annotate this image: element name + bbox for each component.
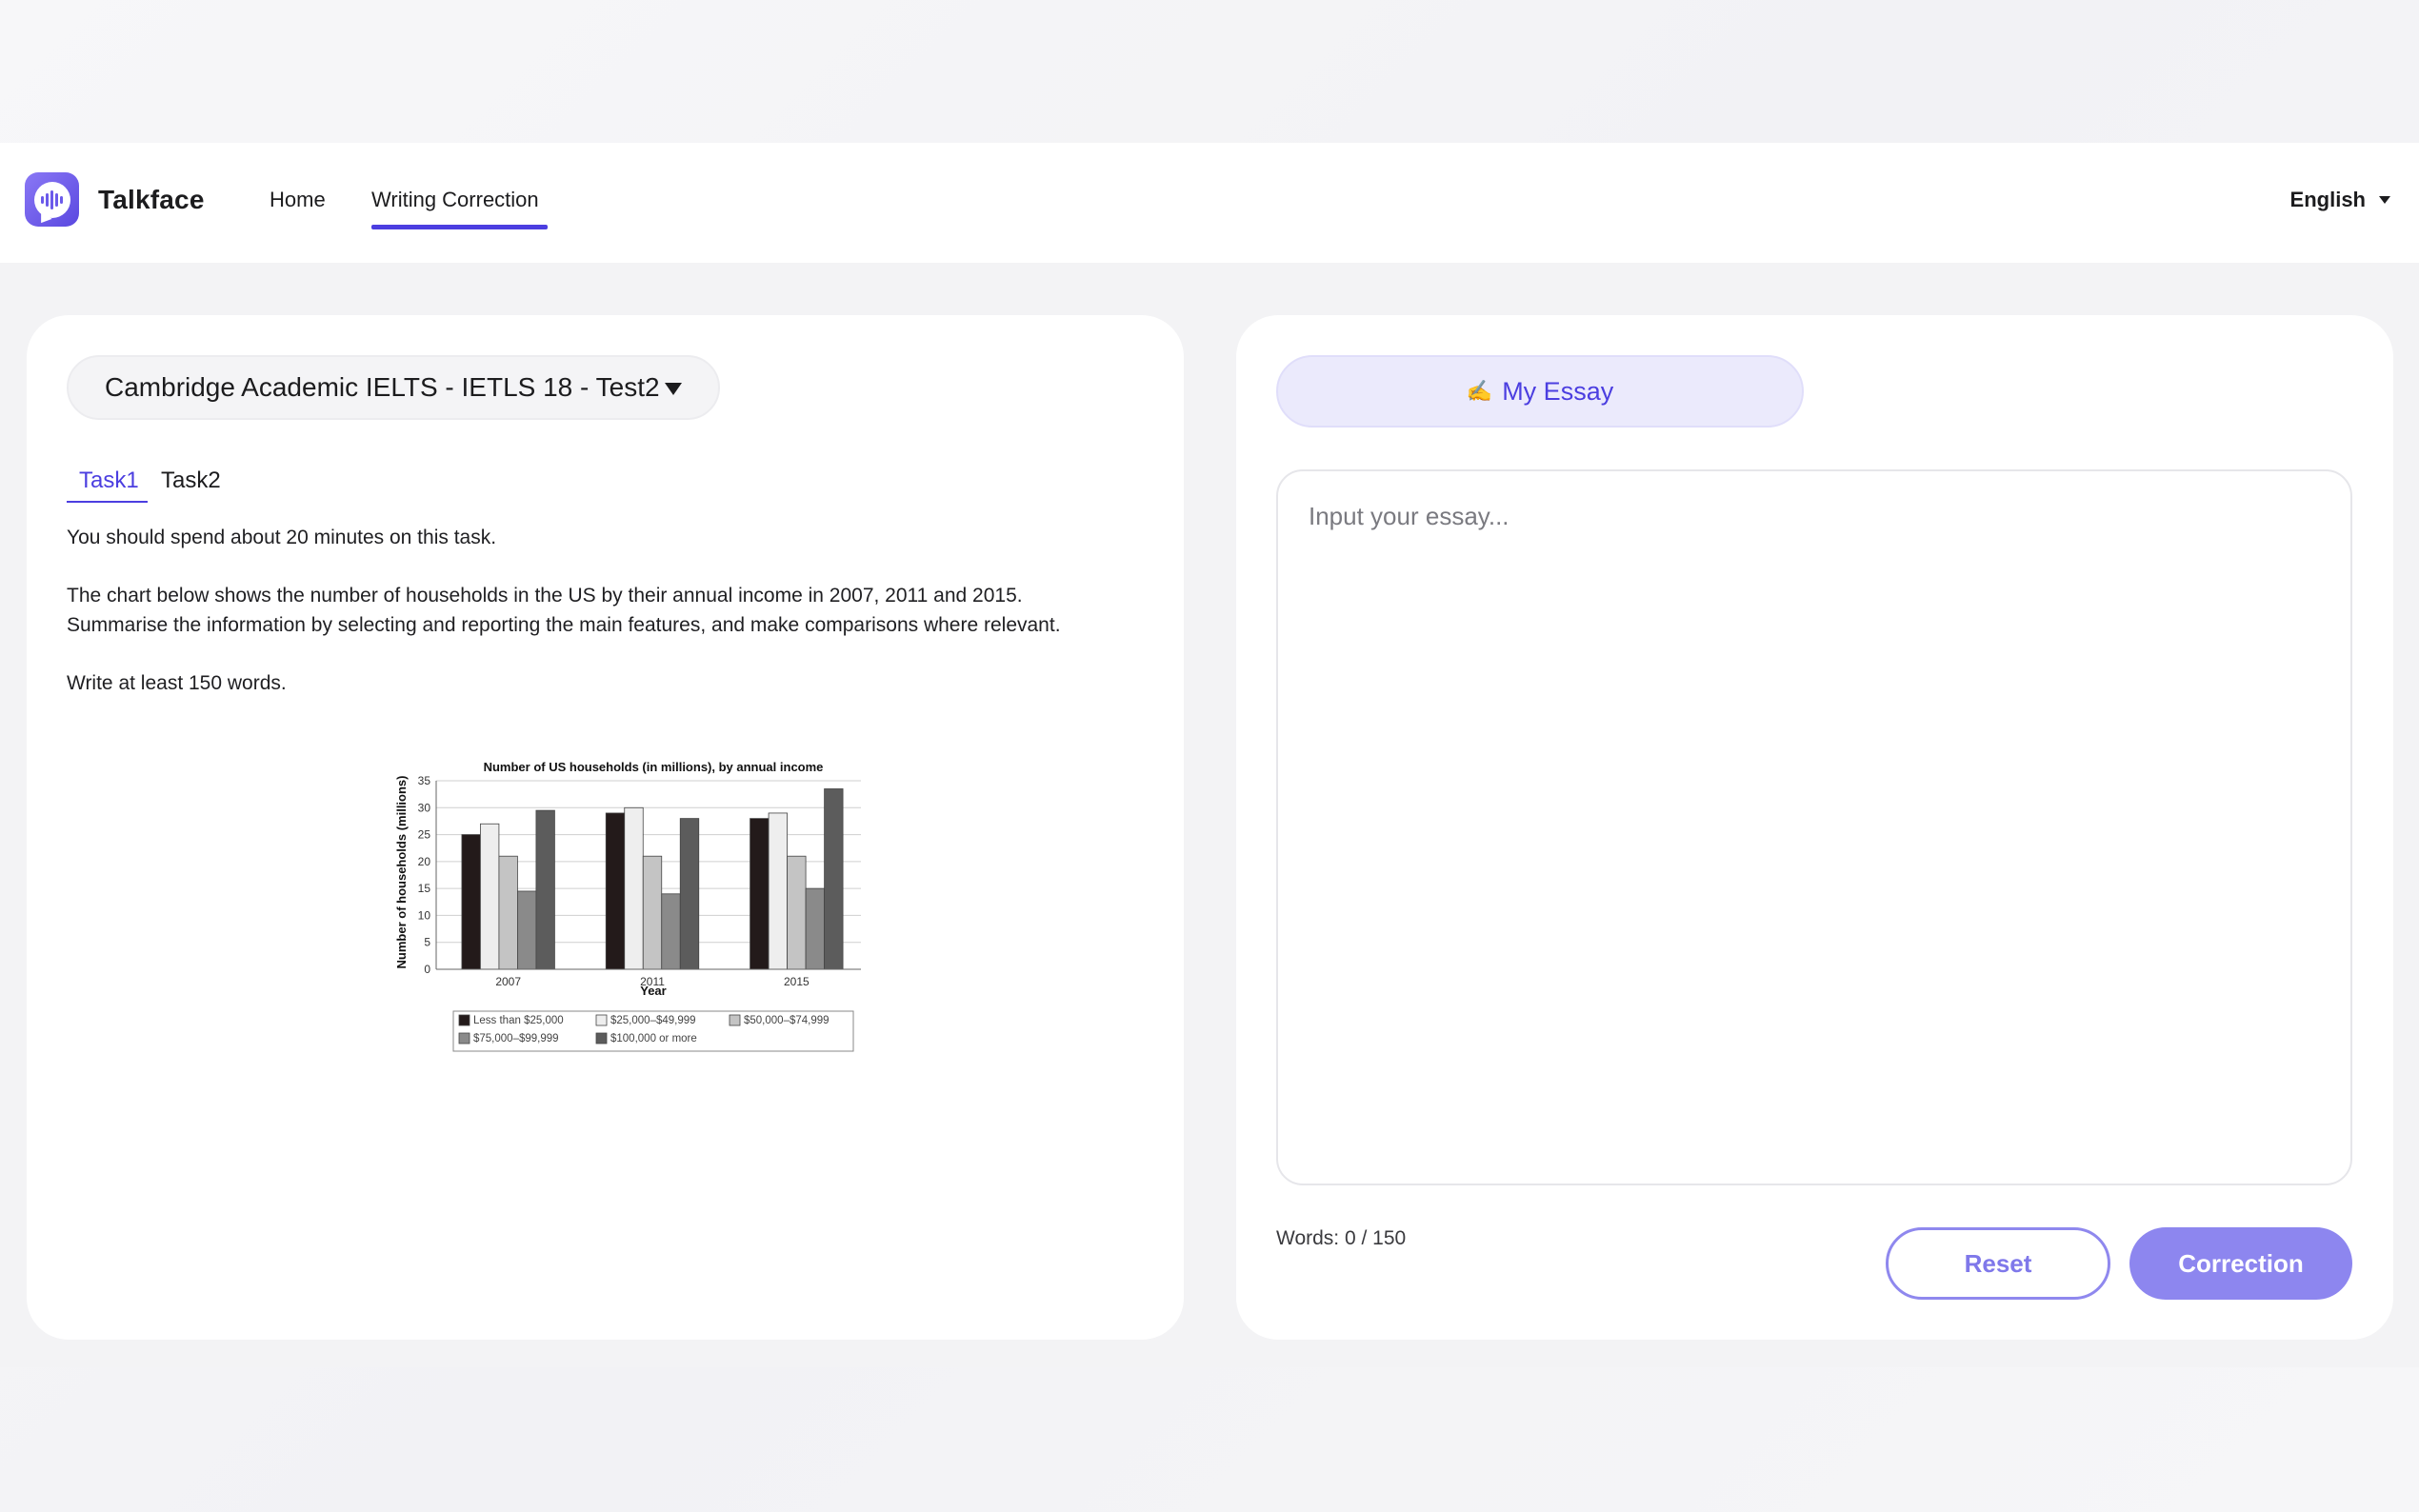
- chart-y-tick-label: 35: [418, 774, 431, 787]
- chart-y-tick-label: 20: [418, 855, 431, 868]
- chart-bar: [480, 823, 500, 970]
- chart-legend-swatch: [458, 1014, 470, 1026]
- active-tab-indicator: [67, 501, 148, 503]
- chart-title: Number of US households (in millions), b…: [484, 760, 824, 774]
- correction-button[interactable]: Correction: [2129, 1227, 2352, 1300]
- chart-x-tick-label: 2007: [495, 975, 521, 988]
- chart-bar: [461, 834, 481, 970]
- nav-home[interactable]: Home: [270, 188, 326, 212]
- chart-bar: [787, 855, 807, 970]
- caret-down-icon: [665, 383, 682, 395]
- test-selector-label: Cambridge Academic IELTS - IETLS 18 - Te…: [105, 372, 660, 402]
- chart-legend-swatch: [595, 1014, 608, 1026]
- chart-y-tick-label: 10: [418, 908, 431, 922]
- chart-y-tick-label: 15: [418, 882, 431, 895]
- top-navbar: Talkface Home Writing Correction English: [0, 143, 2419, 263]
- chart-bar: [535, 809, 555, 970]
- chart-bar: [624, 806, 644, 970]
- chart-bar: [498, 855, 518, 970]
- language-selector[interactable]: English: [2290, 188, 2390, 212]
- workspace: Cambridge Academic IELTS - IETLS 18 - Te…: [0, 263, 2419, 1367]
- chart-bar: [750, 818, 770, 970]
- chart-bar: [517, 890, 537, 970]
- chart-legend-label: $50,000–$74,999: [744, 1015, 830, 1026]
- chart-bar: [768, 812, 788, 970]
- chart-bar: [661, 893, 681, 970]
- chart-legend-swatch: [595, 1032, 608, 1044]
- task-instruction-time: You should spend about 20 minutes on thi…: [67, 527, 497, 548]
- chart-bar: [605, 812, 626, 970]
- essay-input[interactable]: [1276, 469, 2352, 1185]
- chart-legend-label: $25,000–$49,999: [610, 1015, 696, 1026]
- my-essay-tab[interactable]: ✍ My Essay: [1276, 355, 1804, 428]
- chart-x-tick-label: 2015: [784, 975, 810, 988]
- chart-y-tick-label: 5: [424, 936, 430, 949]
- tab-task2[interactable]: Task2: [161, 468, 221, 494]
- chevron-down-icon: [2379, 196, 2390, 204]
- task-instruction-words: Write at least 150 words.: [67, 672, 287, 694]
- task-instruction-chart: The chart below shows the number of hous…: [67, 585, 1023, 607]
- chart-y-tick-label: 25: [418, 828, 431, 842]
- chart-bar: [824, 788, 844, 970]
- brand-name[interactable]: Talkface: [98, 185, 205, 215]
- chart-bar: [642, 855, 663, 970]
- reset-button[interactable]: Reset: [1886, 1227, 2110, 1300]
- tab-task1[interactable]: Task1: [79, 468, 139, 494]
- chart-bar: [679, 818, 700, 970]
- my-essay-label: My Essay: [1502, 376, 1614, 406]
- essay-panel: ✍ My Essay Words: 0 / 150 Reset Correcti…: [1236, 315, 2393, 1340]
- task-instruction-summarise: Summarise the information by selecting a…: [67, 614, 1061, 636]
- chart-legend-label: $100,000 or more: [610, 1033, 697, 1044]
- chart-y-tick-label: 0: [424, 963, 430, 976]
- test-selector-dropdown[interactable]: Cambridge Academic IELTS - IETLS 18 - Te…: [67, 355, 720, 420]
- chart-legend-swatch: [729, 1014, 741, 1026]
- task-chart: Number of US households (in millions), b…: [366, 758, 869, 1072]
- talkface-logo-icon[interactable]: [25, 172, 79, 227]
- chart-x-tick-label: 2011: [640, 975, 665, 988]
- chart-legend-label: Less than $25,000: [473, 1015, 564, 1026]
- chart-y-axis-label: Number of households (millions): [394, 776, 409, 969]
- word-counter: Words: 0 / 150: [1276, 1227, 1407, 1249]
- chart-bar: [805, 887, 825, 970]
- chart-legend-label: $75,000–$99,999: [473, 1033, 559, 1044]
- language-label: English: [2289, 188, 2366, 211]
- pen-icon: ✍: [1466, 379, 1493, 403]
- nav-active-indicator: [371, 225, 548, 229]
- chart-legend-swatch: [458, 1032, 470, 1044]
- task-panel: Cambridge Academic IELTS - IETLS 18 - Te…: [27, 315, 1184, 1340]
- nav-writing-correction[interactable]: Writing Correction: [371, 188, 539, 212]
- chart-y-tick-label: 30: [418, 801, 431, 814]
- bar-chart: Number of US households (in millions), b…: [394, 760, 869, 1052]
